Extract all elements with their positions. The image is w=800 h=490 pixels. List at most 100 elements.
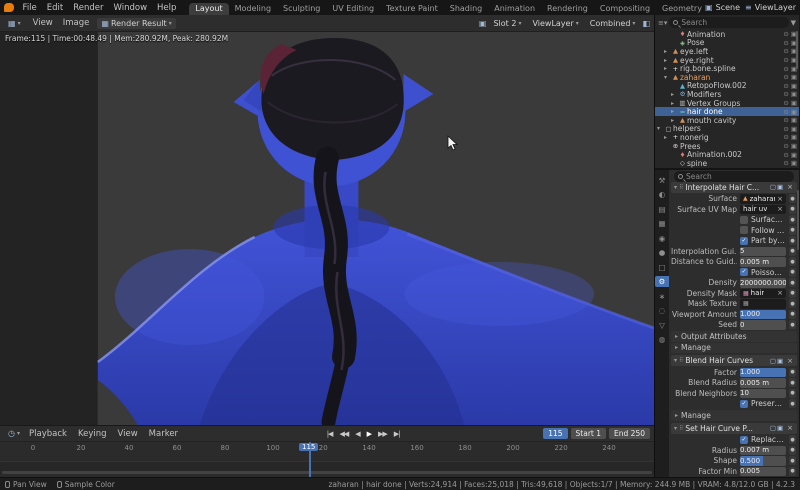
outliner-row[interactable]: ▸ ▥ Vertex Groups ⊙ ▣ [655,99,799,108]
hide-viewport-eye-icon[interactable]: ⊙ [783,133,788,141]
outliner-row[interactable]: ◇ spine ⊙ ▣ [655,159,799,168]
animate-property-icon[interactable]: ● [789,320,796,330]
hide-viewport-eye-icon[interactable]: ⊙ [783,151,788,159]
checkbox[interactable]: ✓ [740,236,748,245]
menu-item[interactable]: Marker [144,429,183,439]
menu-item[interactable]: File [18,3,42,13]
outliner-row[interactable]: ▸ ▲ mouth cavity ⊙ ▣ [655,116,799,125]
checkbox[interactable]: ✓ [740,399,748,408]
playhead[interactable]: 115 [299,442,319,477]
disclosure-triangle-icon[interactable]: ▸ [664,57,671,64]
timeline-editor-type-button[interactable]: ◷ ▾ [4,428,24,439]
workspace-tab[interactable]: Compositing [594,3,656,15]
outliner-row[interactable]: ▸ + rig.bone.spline ⊙ ▣ [655,64,799,73]
property-value-field[interactable]: 1.000 [740,309,786,319]
scene-tab[interactable]: ◉ [655,233,669,244]
hide-viewport-eye-icon[interactable]: ⊙ [783,90,788,98]
property-value-field[interactable]: 2000000.000 [740,278,786,288]
animate-property-icon[interactable]: ● [789,309,796,319]
disable-render-camera-icon[interactable]: ▣ [791,99,797,107]
tool-tab[interactable]: ⚒ [655,175,669,186]
workspace-tab[interactable]: Modeling [229,3,277,15]
animate-property-icon[interactable]: ● [789,267,796,277]
animate-property-icon[interactable]: ● [789,388,796,398]
disclosure-triangle-icon[interactable]: ▸ [671,108,678,115]
properties-search-input[interactable]: Search [674,170,794,182]
animate-property-icon[interactable]: ● [789,246,796,256]
outliner-row[interactable]: ▸ ▲ eye.right ⊙ ▣ [655,56,799,65]
drag-handle-icon[interactable]: ⠿ [679,357,683,364]
physics-tab[interactable]: ◌ [655,305,669,316]
object-tab[interactable]: □ [655,262,669,273]
outliner-row[interactable]: ▸ ≈ hair done ⊙ ▣ [655,107,799,116]
modifier-display-toggles[interactable]: ▢▣ [770,424,784,432]
animate-property-icon[interactable]: ● [789,204,796,214]
clear-x-icon[interactable]: × [777,289,783,297]
animate-property-icon[interactable]: ● [789,299,796,309]
modifier-display-toggles[interactable]: ▢▣ [770,183,784,191]
play-button[interactable]: ▶ [365,430,373,438]
disable-render-camera-icon[interactable]: ▣ [791,90,797,98]
hide-viewport-eye-icon[interactable]: ⊙ [783,142,788,150]
outliner-row[interactable]: ♦ Animation.002 ⊙ ▣ [655,150,799,159]
world-tab[interactable]: ● [655,247,669,258]
disclosure-triangle-icon[interactable]: ▾ [657,125,664,132]
pass-selector[interactable]: Combined ▾ [586,18,640,29]
hide-viewport-eye-icon[interactable]: ⊙ [783,39,788,47]
object-data-tab[interactable]: ▽ [655,320,669,331]
disable-render-camera-icon[interactable]: ▣ [791,125,797,133]
property-value-field[interactable]: 0.500 [740,456,786,466]
checkbox[interactable] [740,215,748,224]
expand-collapse-icon[interactable]: ▾ [674,357,677,364]
property-value-field[interactable]: 5 [740,246,786,256]
animate-property-icon[interactable]: ● [789,435,796,445]
properties-scrollbar[interactable] [797,189,799,250]
modifier-panel-header[interactable]: ▾ ⠿ Blend Hair Curves ▢▣ × [671,355,797,366]
animate-property-icon[interactable]: ● [789,215,796,225]
remove-modifier-icon[interactable]: × [786,183,794,191]
property-value-field[interactable]: 0.007 m [740,445,786,455]
property-value-field[interactable]: 0.005 m [740,378,786,388]
property-value-field[interactable]: hair uv × [740,204,786,214]
outliner-scrollbar[interactable] [796,31,798,69]
animate-property-icon[interactable]: ● [789,367,796,377]
display-channels-icon[interactable]: ◧ [642,19,650,28]
modifier-display-toggles[interactable]: ▢▣ [770,357,784,365]
disclosure-triangle-icon[interactable]: ▸ [671,91,678,98]
animate-property-icon[interactable]: ● [789,236,796,246]
disclosure-triangle-icon[interactable]: ▸ [664,134,671,141]
frame-end-field[interactable]: End 250 [609,428,650,439]
hide-viewport-eye-icon[interactable]: ⊙ [783,65,788,73]
material-tab[interactable]: ◍ [655,334,669,345]
prev-keyframe-button[interactable]: ◀◀ [337,430,350,438]
outliner-search-input[interactable]: Search [669,17,789,28]
drag-handle-icon[interactable]: ⠿ [679,425,683,432]
animate-property-icon[interactable]: ● [789,399,796,409]
menu-item[interactable]: View [28,18,58,28]
disclosure-triangle-icon[interactable]: ▸ [664,48,671,55]
property-value-field[interactable]: 0.005 m [740,257,786,267]
animate-property-icon[interactable]: ● [789,257,796,267]
outliner-row[interactable]: ♦ Animation ⊙ ▣ [655,30,799,39]
drag-handle-icon[interactable]: ⠿ [679,184,683,191]
hide-viewport-eye-icon[interactable]: ⊙ [783,30,788,38]
disable-render-camera-icon[interactable]: ▣ [791,73,797,81]
menu-item[interactable]: Window [109,3,153,13]
hide-viewport-eye-icon[interactable]: ⊙ [783,159,788,167]
collapsed-subpanel[interactable]: ▸ Manage [671,342,797,353]
output-tab[interactable]: ▤ [655,204,669,215]
modifiers-tab[interactable]: ⚙ [655,276,669,287]
disable-render-camera-icon[interactable]: ▣ [791,142,797,150]
animate-property-icon[interactable]: ● [789,378,796,388]
disclosure-triangle-icon[interactable]: ▸ [671,117,678,124]
next-keyframe-button[interactable]: ▶▶ [376,430,389,438]
remove-modifier-icon[interactable]: × [786,424,794,432]
property-value-field[interactable]: 1.000 [740,367,786,377]
frame-start-field[interactable]: Start 1 [570,428,607,439]
workspace-tab[interactable]: Shading [444,3,489,15]
clear-x-icon[interactable]: × [777,205,783,213]
outliner-row[interactable]: ▾ ▲ zaharan ⊙ ▣ [655,73,799,82]
hide-viewport-eye-icon[interactable]: ⊙ [783,125,788,133]
outliner-row[interactable]: ▾ ▢ helpers ⊙ ▣ [655,124,799,133]
view-layer-tab[interactable]: ▦ [655,218,669,229]
